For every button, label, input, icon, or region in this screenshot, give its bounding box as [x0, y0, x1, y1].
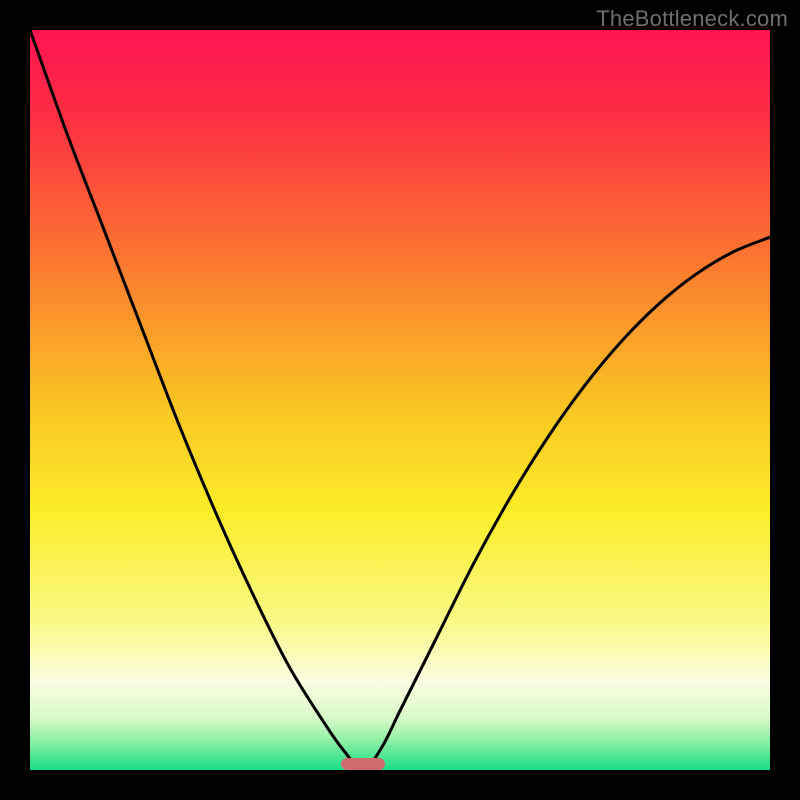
watermark-text: TheBottleneck.com	[596, 6, 788, 32]
bottleneck-curve	[30, 30, 770, 770]
optimal-range-marker	[341, 758, 385, 770]
outer-frame: TheBottleneck.com	[0, 0, 800, 800]
plot-area	[30, 30, 770, 770]
